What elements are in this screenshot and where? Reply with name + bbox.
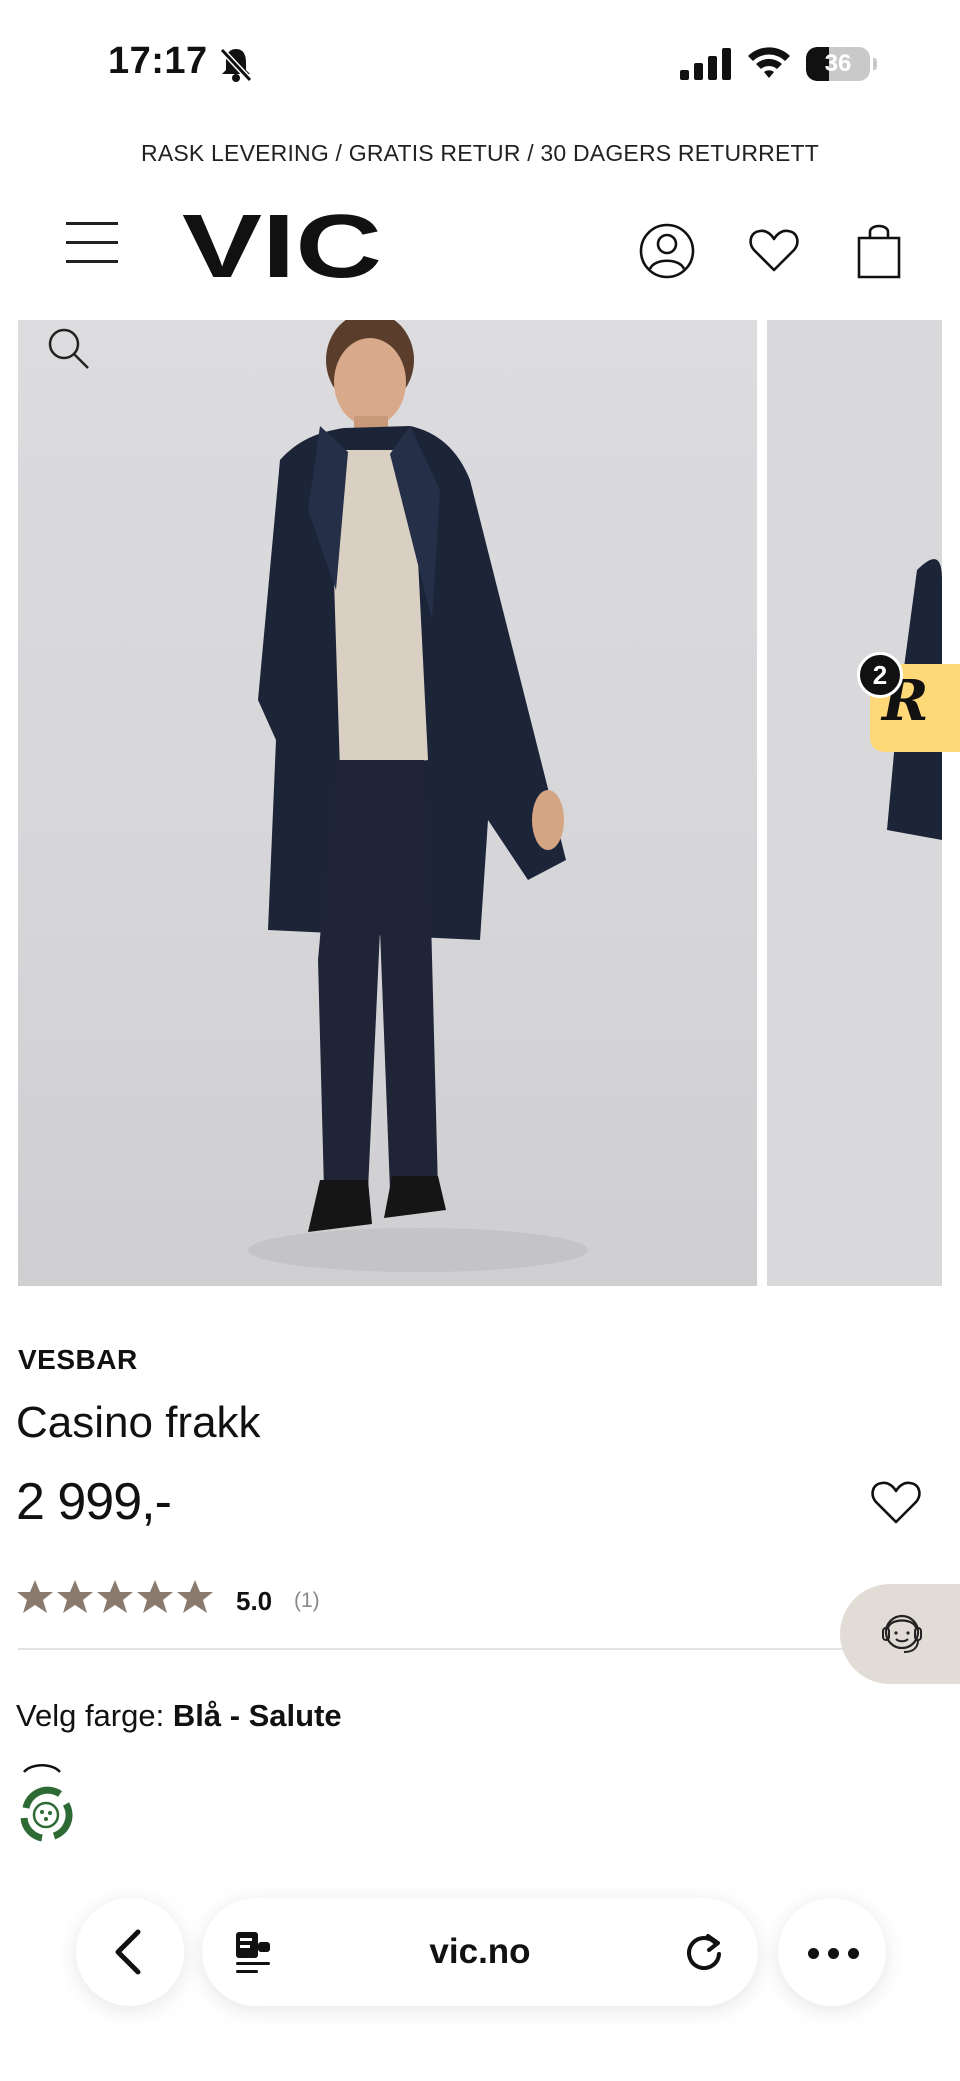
selected-color: Blå - Salute: [172, 1698, 342, 1733]
star-icon: [137, 1580, 173, 1613]
reviews-count-badge: 2: [857, 652, 903, 698]
browser-back-button[interactable]: [76, 1898, 184, 2006]
wifi-icon: [748, 47, 790, 78]
product-image-next[interactable]: [767, 320, 942, 1286]
search-icon[interactable]: [44, 324, 92, 372]
signal-icon: [680, 48, 731, 80]
more-options-button[interactable]: [778, 1898, 886, 2006]
product-name: Casino frakk: [16, 1398, 261, 1447]
logo-text: VIC: [182, 205, 382, 285]
back-icon: [115, 1929, 141, 1975]
color-selector-label: Velg farge: Blå - Salute: [16, 1698, 342, 1734]
bell-slash-icon: [219, 47, 253, 83]
star-icon: [177, 1580, 213, 1613]
address-bar[interactable]: vic.no: [202, 1898, 758, 2006]
bag-icon[interactable]: [854, 220, 904, 280]
status-time: 17:17: [108, 40, 208, 82]
more-icon: [808, 1948, 859, 1959]
model-illustration: [248, 320, 588, 1272]
product-price: 2 999,-: [16, 1473, 172, 1531]
support-agent-icon: [882, 1614, 922, 1653]
add-to-wishlist-button[interactable]: [870, 1478, 922, 1526]
divider: [18, 1648, 844, 1650]
menu-icon[interactable]: [66, 222, 118, 266]
color-swatch[interactable]: [22, 1760, 62, 1774]
battery-level: 36: [824, 50, 852, 77]
star-icon: [17, 1580, 53, 1613]
battery-icon: 36: [806, 47, 878, 83]
url-text: vic.no: [429, 1932, 531, 1971]
star-icon: [97, 1580, 133, 1613]
rating-stars[interactable]: [16, 1578, 214, 1624]
rating-count[interactable]: (1): [294, 1589, 320, 1613]
color-label: Velg farge:: [16, 1698, 165, 1733]
product-brand[interactable]: VESBAR: [18, 1344, 138, 1376]
support-chat-button[interactable]: [840, 1584, 960, 1684]
eco-recycle-icon: [20, 1786, 73, 1842]
vic-logo[interactable]: VIC: [182, 205, 382, 285]
product-image[interactable]: [18, 320, 757, 1286]
star-icon: [57, 1580, 93, 1613]
account-icon[interactable]: [638, 222, 696, 280]
rating-value: 5.0: [236, 1586, 273, 1616]
heart-icon[interactable]: [748, 226, 800, 274]
reload-icon[interactable]: [682, 1930, 726, 1974]
promo-banner: RASK LEVERING / GRATIS RETUR / 30 DAGERS…: [141, 140, 819, 166]
